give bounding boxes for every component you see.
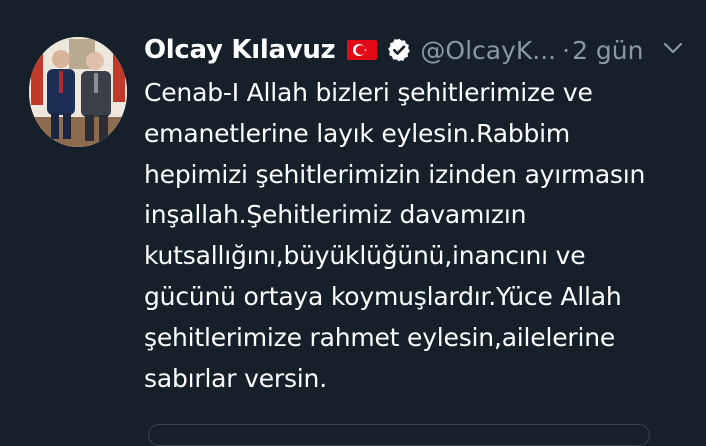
separator-dot: · [562, 35, 571, 65]
tweet-text-line: şehitlerimize rahmet eylesin,ailelerine [144, 322, 616, 352]
tweet-text-line: emanetlerine layık eylesin.Rabbim [144, 118, 571, 148]
avatar[interactable] [29, 37, 127, 147]
tweet-text-line: inşallah.Şehitlerimiz davamızın [144, 200, 527, 230]
tweet-text-line: gücünü ortaya koymuşlardır.Yüce Allah [144, 281, 622, 311]
tweet-text-line: kutsallığını,büyüklüğünü,inancını ve [144, 241, 586, 271]
tweet-text-line: Cenab-I Allah bizleri şehitlerimize ve [144, 78, 593, 107]
chevron-down-icon[interactable] [661, 36, 685, 60]
tweet-text-line: hepimizi şehitlerimizin izinden ayırması… [144, 159, 646, 189]
attached-card-edge[interactable] [148, 424, 650, 446]
tweet-text-line: sabırlar versin. [144, 363, 327, 393]
tweet[interactable]: Olcay Kılavuz @OlcayK... · 2 gün Cenab-I… [0, 0, 706, 446]
timestamp[interactable]: 2 gün [572, 36, 643, 65]
verified-badge-icon [386, 37, 412, 63]
turkey-flag-icon [347, 40, 378, 60]
author-handle[interactable]: @OlcayK... [420, 36, 556, 65]
tweet-text: Cenab-I Allah bizleri şehitlerimize ve e… [144, 73, 694, 399]
author-name[interactable]: Olcay Kılavuz [144, 35, 336, 65]
avatar-photo [29, 37, 127, 147]
tweet-header: Olcay Kılavuz @OlcayK... · 2 gün [144, 28, 689, 72]
